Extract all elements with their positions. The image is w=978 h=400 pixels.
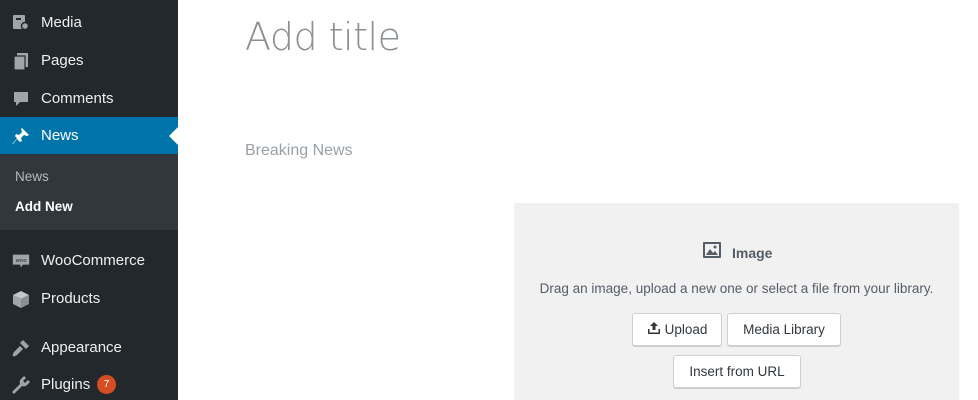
sidebar-item-news[interactable]: News [0,117,178,154]
sidebar-item-label: Products [41,290,101,307]
svg-text:woo: woo [15,257,27,263]
image-block-header: Image [702,240,772,265]
sidebar-item-label: Plugins [41,376,91,393]
appearance-icon [11,338,31,358]
image-block-label: Image [732,244,773,261]
sidebar-item-media[interactable]: Media [0,4,178,41]
woocommerce-icon: woo [11,251,31,271]
products-icon [11,289,31,309]
pages-icon [11,51,31,71]
sidebar-item-appearance[interactable]: Appearance [0,329,178,366]
sidebar-item-comments[interactable]: Comments [0,80,178,117]
admin-sidebar: Media Pages Comments News News Add New w… [0,0,178,400]
sidebar-item-label: Appearance [41,339,122,356]
pin-icon [11,126,31,146]
sidebar-item-products[interactable]: Products [0,280,178,317]
update-count-badge: 7 [97,375,116,394]
news-submenu: News Add New [0,154,178,230]
upload-button[interactable]: Upload [632,313,722,346]
upload-icon [647,321,661,338]
image-block-placeholder: Image Drag an image, upload a new one or… [514,203,959,400]
sidebar-item-label: News [41,127,79,144]
sidebar-item-label: Comments [41,90,114,107]
image-icon [702,240,722,265]
plugins-icon [11,375,31,395]
comments-icon [11,89,31,109]
sidebar-item-pages[interactable]: Pages [0,42,178,79]
subtitle-block[interactable]: Breaking News [245,142,353,160]
insert-from-url-button[interactable]: Insert from URL [673,355,801,388]
media-library-button[interactable]: Media Library [727,313,841,346]
media-icon [11,13,31,33]
sidebar-item-label: Pages [41,52,84,69]
image-block-instructions: Drag an image, upload a new one or selec… [539,281,934,296]
sidebar-item-label: WooCommerce [41,252,145,269]
sidebar-item-plugins[interactable]: Plugins 7 [0,366,178,400]
sidebar-item-label: Media [41,14,82,31]
submenu-item-add-new[interactable]: Add New [15,199,73,214]
upload-label: Upload [664,322,708,337]
insert-from-url-label: Insert from URL [689,364,785,379]
post-title-input[interactable] [245,12,945,62]
media-library-label: Media Library [743,322,825,337]
sidebar-item-woocommerce[interactable]: woo WooCommerce [0,242,178,279]
submenu-item-news[interactable]: News [15,169,49,184]
